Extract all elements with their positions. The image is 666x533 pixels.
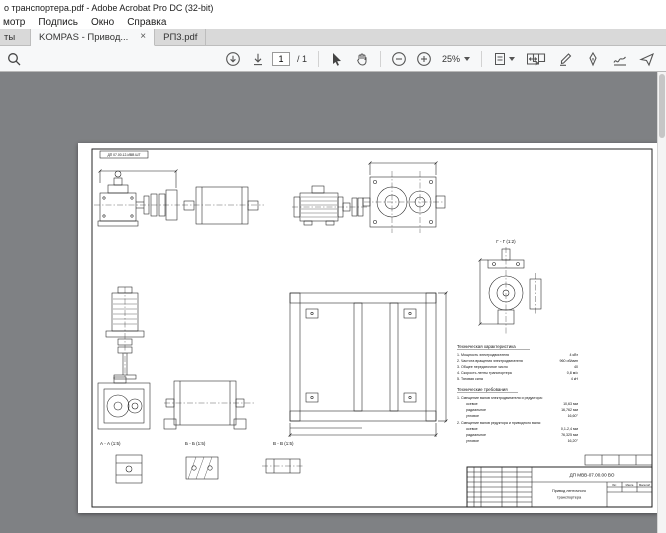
svg-text:Привод ленточного: Привод ленточного bbox=[552, 489, 586, 493]
view-section-gg: Г - Г (1:2) bbox=[479, 239, 542, 335]
drawing-sheet: ДП 07.00.12-ИВВ ШТ bbox=[78, 143, 658, 513]
doc-stamp: ДП 07.00.12-ИВВ ШТ bbox=[100, 151, 148, 158]
revision-table bbox=[585, 455, 652, 465]
scrollbar-thumb[interactable] bbox=[659, 74, 665, 138]
svg-text:960 об/мин: 960 об/мин bbox=[559, 359, 578, 363]
svg-text:1. Смещение валов электродвига: 1. Смещение валов электродвигателя и ред… bbox=[457, 396, 543, 400]
detail-views-bottom bbox=[116, 455, 304, 483]
svg-text:Техническая характеристика: Техническая характеристика bbox=[457, 344, 516, 349]
zoom-out-icon[interactable] bbox=[388, 49, 410, 69]
toolbar: / 1 25% bbox=[0, 46, 666, 72]
svg-text:осевое: осевое bbox=[466, 427, 478, 431]
svg-text:Масса: Масса bbox=[626, 483, 634, 487]
view-section-aa: А - А (1:5) bbox=[98, 377, 150, 446]
pdf-page: ДП 07.00.12-ИВВ ШТ bbox=[78, 143, 658, 513]
view-frame-plan bbox=[289, 292, 448, 438]
svg-text:транспортера: транспортера bbox=[557, 496, 582, 500]
view-reducer-front bbox=[94, 171, 180, 226]
tabbar: ты KOMPAS - Привод... × РП3.pdf bbox=[0, 29, 666, 46]
svg-text:осевое: осевое bbox=[466, 402, 478, 406]
svg-text:ДП МВВ-07.00.00 ВО: ДП МВВ-07.00.00 ВО bbox=[570, 473, 615, 478]
toolbar-right-group bbox=[528, 48, 658, 69]
menubar: мотр Подпись Окно Справка bbox=[0, 16, 666, 29]
toolbar-divider bbox=[481, 51, 482, 67]
page-down-icon[interactable] bbox=[247, 49, 269, 69]
view-drum-side: Б - Б (1:5) В - В (1:5) bbox=[164, 381, 294, 446]
svg-text:2. Смещение валов редуктора и: 2. Смещение валов редуктора и приводного… bbox=[457, 421, 541, 425]
view-motor-side bbox=[292, 186, 368, 225]
svg-text:16,20°: 16,20° bbox=[568, 439, 579, 443]
toolbar-divider bbox=[318, 51, 319, 67]
svg-text:радиальное: радиальное bbox=[466, 433, 486, 437]
page-total-label: / 1 bbox=[297, 54, 307, 64]
zoom-level-value: 25% bbox=[442, 54, 460, 64]
menu-item-window[interactable]: Окно bbox=[91, 17, 114, 28]
svg-text:10,63 мм: 10,63 мм bbox=[563, 402, 578, 406]
search-icon[interactable] bbox=[3, 49, 25, 69]
comment-bubble-icon[interactable] bbox=[528, 49, 550, 69]
svg-text:Лит.: Лит. bbox=[612, 483, 617, 487]
svg-text:ДП 07.00.12-ИВВ ШТ: ДП 07.00.12-ИВВ ШТ bbox=[107, 153, 140, 157]
svg-text:4. Скорость ленты транспортера: 4. Скорость ленты транспортера bbox=[457, 371, 512, 375]
svg-text:40: 40 bbox=[574, 365, 578, 369]
svg-text:угловое: угловое bbox=[466, 414, 479, 418]
tab-label: KOMPAS - Привод... bbox=[39, 32, 128, 43]
svg-text:16,762 мм: 16,762 мм bbox=[561, 408, 578, 412]
svg-text:5. Тяговая сила: 5. Тяговая сила bbox=[457, 377, 483, 381]
svg-text:Масштаб: Масштаб bbox=[639, 483, 651, 487]
chevron-down-icon bbox=[509, 57, 515, 61]
select-pointer-icon[interactable] bbox=[326, 49, 348, 69]
svg-text:В - В (1:5): В - В (1:5) bbox=[273, 441, 294, 446]
zoom-in-icon[interactable] bbox=[413, 49, 435, 69]
tab-label: РП3.pdf bbox=[163, 32, 197, 43]
tab-close-icon[interactable]: × bbox=[140, 32, 146, 42]
view-reducer-plan bbox=[363, 162, 445, 234]
svg-text:0,1-2,4 мм: 0,1-2,4 мм bbox=[561, 427, 579, 431]
highlighter-icon[interactable] bbox=[555, 49, 577, 69]
svg-text:2. Частота вращения электродви: 2. Частота вращения электродвигателя bbox=[457, 359, 523, 363]
document-area: ДП 07.00.12-ИВВ ШТ bbox=[0, 72, 666, 533]
svg-text:радиальное: радиальное bbox=[466, 408, 486, 412]
svg-text:А - А (1:5): А - А (1:5) bbox=[100, 441, 121, 446]
signature-icon[interactable] bbox=[609, 49, 631, 69]
fit-page-dropdown[interactable] bbox=[489, 49, 519, 69]
tab-rp3[interactable]: РП3.pdf bbox=[155, 29, 206, 45]
toolbar-center-group: / 1 25% bbox=[222, 48, 544, 69]
window-title: о транспортера.pdf - Adobe Acrobat Pro D… bbox=[4, 3, 213, 13]
tab-kompas-privod[interactable]: KOMPAS - Привод... × bbox=[31, 29, 155, 46]
svg-text:4 кН: 4 кН bbox=[571, 377, 579, 381]
svg-text:Б - Б (1:5): Б - Б (1:5) bbox=[185, 441, 206, 446]
view-drum-top bbox=[182, 187, 264, 224]
window-titlebar: о транспортера.pdf - Adobe Acrobat Pro D… bbox=[0, 0, 666, 16]
svg-text:4 кВт: 4 кВт bbox=[570, 353, 579, 357]
tab-tools-partial[interactable]: ты bbox=[0, 29, 31, 45]
svg-text:1. Мощность электродвигателя: 1. Мощность электродвигателя bbox=[457, 353, 509, 357]
send-share-icon[interactable] bbox=[636, 49, 658, 69]
chevron-down-icon bbox=[464, 57, 470, 61]
download-circle-icon[interactable] bbox=[222, 49, 244, 69]
svg-text:Г - Г (1:2): Г - Г (1:2) bbox=[496, 239, 516, 244]
toolbar-divider bbox=[380, 51, 381, 67]
svg-text:Технические требования: Технические требования bbox=[457, 387, 508, 392]
menu-item-sign[interactable]: Подпись bbox=[38, 17, 78, 28]
tech-requirements: Технические требования 1. Смещение валов… bbox=[457, 387, 579, 443]
title-block: ДП МВВ-07.00.00 ВО Привод ленточного тра… bbox=[467, 467, 652, 507]
view-motor-vertical bbox=[106, 287, 144, 379]
sheet-frame bbox=[92, 149, 652, 507]
menu-item-view[interactable]: мотр bbox=[3, 17, 25, 28]
hand-pan-icon[interactable] bbox=[351, 49, 373, 69]
svg-text:16,60°: 16,60° bbox=[568, 414, 579, 418]
vertical-scrollbar[interactable] bbox=[657, 72, 666, 533]
tech-characteristics: Техническая характеристика 1. Мощность э… bbox=[457, 344, 578, 381]
svg-text:0,8 м/с: 0,8 м/с bbox=[567, 371, 578, 375]
pen-icon[interactable] bbox=[582, 49, 604, 69]
svg-text:угловое: угловое bbox=[466, 439, 479, 443]
svg-text:3. Общее передаточное число: 3. Общее передаточное число bbox=[457, 365, 508, 369]
page-number-input[interactable] bbox=[272, 52, 290, 66]
zoom-level-dropdown[interactable]: 25% bbox=[438, 53, 474, 65]
menu-item-help[interactable]: Справка bbox=[127, 17, 166, 28]
svg-text:76,325 мм: 76,325 мм bbox=[561, 433, 578, 437]
